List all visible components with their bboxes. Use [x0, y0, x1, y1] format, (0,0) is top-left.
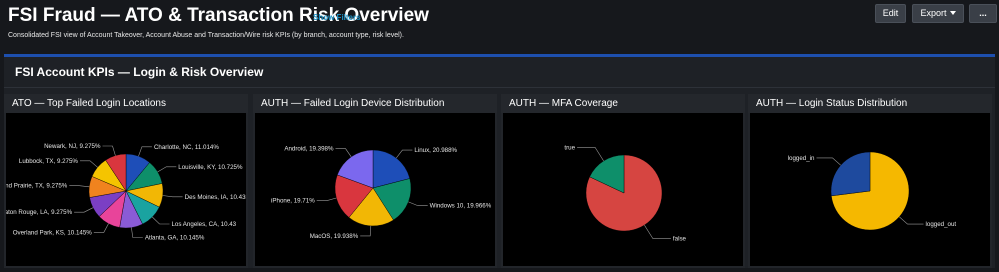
pie-slice-logged-in[interactable] — [830, 151, 871, 197]
leader-line — [577, 147, 604, 162]
panel-chart-area: Linux, 20.988% Windows 10, 19.966% MacOS, … — [255, 113, 495, 266]
panel-title: AUTH — Failed Login Device Distribution — [253, 94, 497, 113]
panel-chart-area: false true — [503, 113, 743, 266]
export-label: Export — [920, 8, 947, 18]
slice-label-true: true — [564, 144, 575, 151]
kpi-section: FSI Account KPIs — Login & Risk Overview… — [4, 54, 995, 268]
pie-chart-ato-locations: Charlotte, NC, 11.014% Louisville, KY, 10… — [6, 143, 246, 242]
slice-label-lubbock-tx: Lubbock, TX, 9.275% — [19, 158, 79, 165]
leader-line — [157, 166, 177, 173]
panel-ato-failed-login-locations: ATO — Top Failed Login Locations Charlot… — [4, 94, 248, 268]
panel-title: AUTH — Login Status Distribution — [748, 94, 992, 113]
leader-line — [152, 216, 170, 225]
section-divider — [4, 87, 995, 88]
dashboard-title: FSI Fraud — ATO & Transaction Risk Overv… — [8, 5, 429, 26]
dashboard-header: FSI Fraud — ATO & Transaction Risk Overv… — [0, 0, 999, 52]
panel-title: AUTH — MFA Coverage — [501, 94, 745, 113]
leader-line — [131, 227, 143, 238]
more-actions-button[interactable]: ... — [969, 4, 997, 23]
slice-label-macos: MacOS, 19.938% — [310, 233, 359, 240]
show-filters-link[interactable]: Show Filters — [313, 13, 361, 22]
slice-label-logged-out: logged_out — [926, 221, 957, 228]
leader-line — [80, 160, 98, 168]
leader-line — [316, 197, 337, 201]
slice-label-false: false — [673, 236, 687, 243]
leader-line — [360, 225, 372, 237]
leader-line — [74, 207, 94, 213]
slice-label-atlanta-ga: Atlanta, GA, 10.145% — [145, 235, 205, 242]
panel-chart-area: logged_out logged_in — [750, 113, 990, 266]
leader-line — [816, 157, 841, 166]
slice-label-iphone: iPhone, 19.71% — [271, 198, 315, 205]
chevron-down-icon — [949, 11, 956, 15]
slice-label-baton-rouge-la: Baton Rouge, LA, 9.275% — [6, 209, 73, 216]
dashboard-description: Consolidated FSI view of Account Takeove… — [8, 32, 404, 39]
pie-chart-login-status: logged_out logged_in — [788, 151, 957, 231]
pie-chart-mfa-coverage: false true — [564, 144, 687, 243]
slice-label-newark-nj: Newark, NJ, 9.275% — [44, 143, 101, 150]
export-button[interactable]: Export — [912, 4, 964, 23]
pie-chart-device-distribution: Linux, 20.988% Windows 10, 19.966% MacOS, … — [271, 146, 492, 240]
leader-line — [396, 149, 413, 159]
panel-chart-area: Charlotte, NC, 11.014% Louisville, KY, 10… — [6, 113, 246, 266]
slice-label-android: Android, 19.398% — [284, 146, 334, 153]
leader-line — [93, 223, 109, 233]
slice-label-charlotte-nc: Charlotte, NC, 11.014% — [154, 144, 219, 151]
slice-label-des-moines-ia: Des Moines, IA, 10.435 — [185, 194, 246, 201]
section-accent-bar — [4, 54, 995, 57]
section-title: FSI Account KPIs — Login & Risk Overview — [15, 65, 264, 79]
leader-line — [162, 195, 183, 198]
slice-label-los-angeles-ca: Los Angeles, CA, 10.43 — [171, 221, 236, 228]
edit-button[interactable]: Edit — [875, 4, 906, 23]
panel-auth-mfa-coverage: AUTH — MFA Coverage false true — [501, 94, 745, 268]
leader-line — [69, 185, 90, 188]
slice-label-linux: Linux, 20.988% — [414, 147, 457, 154]
panel-auth-device-distribution: AUTH — Failed Login Device Distribution … — [253, 94, 497, 268]
leader-line — [899, 216, 924, 225]
slice-label-logged-in: logged_in — [788, 155, 815, 162]
slice-label-grand-prairie-tx: Grand Prairie, TX, 9.275% — [6, 183, 68, 190]
slice-label-overland-park-ks: Overland Park, KS, 10.145% — [13, 229, 93, 236]
panel-auth-login-status: AUTH — Login Status Distribution logged_… — [748, 94, 992, 268]
leader-line — [644, 224, 671, 239]
leader-line — [408, 201, 428, 206]
panel-title: ATO — Top Failed Login Locations — [4, 94, 248, 113]
leader-line — [102, 145, 116, 156]
slice-label-windows-10: Windows 10, 19.966% — [430, 203, 492, 210]
leader-line — [138, 146, 152, 157]
leader-line — [335, 148, 352, 157]
slice-label-louisville-ky: Louisville, KY, 10.725% — [178, 164, 243, 171]
